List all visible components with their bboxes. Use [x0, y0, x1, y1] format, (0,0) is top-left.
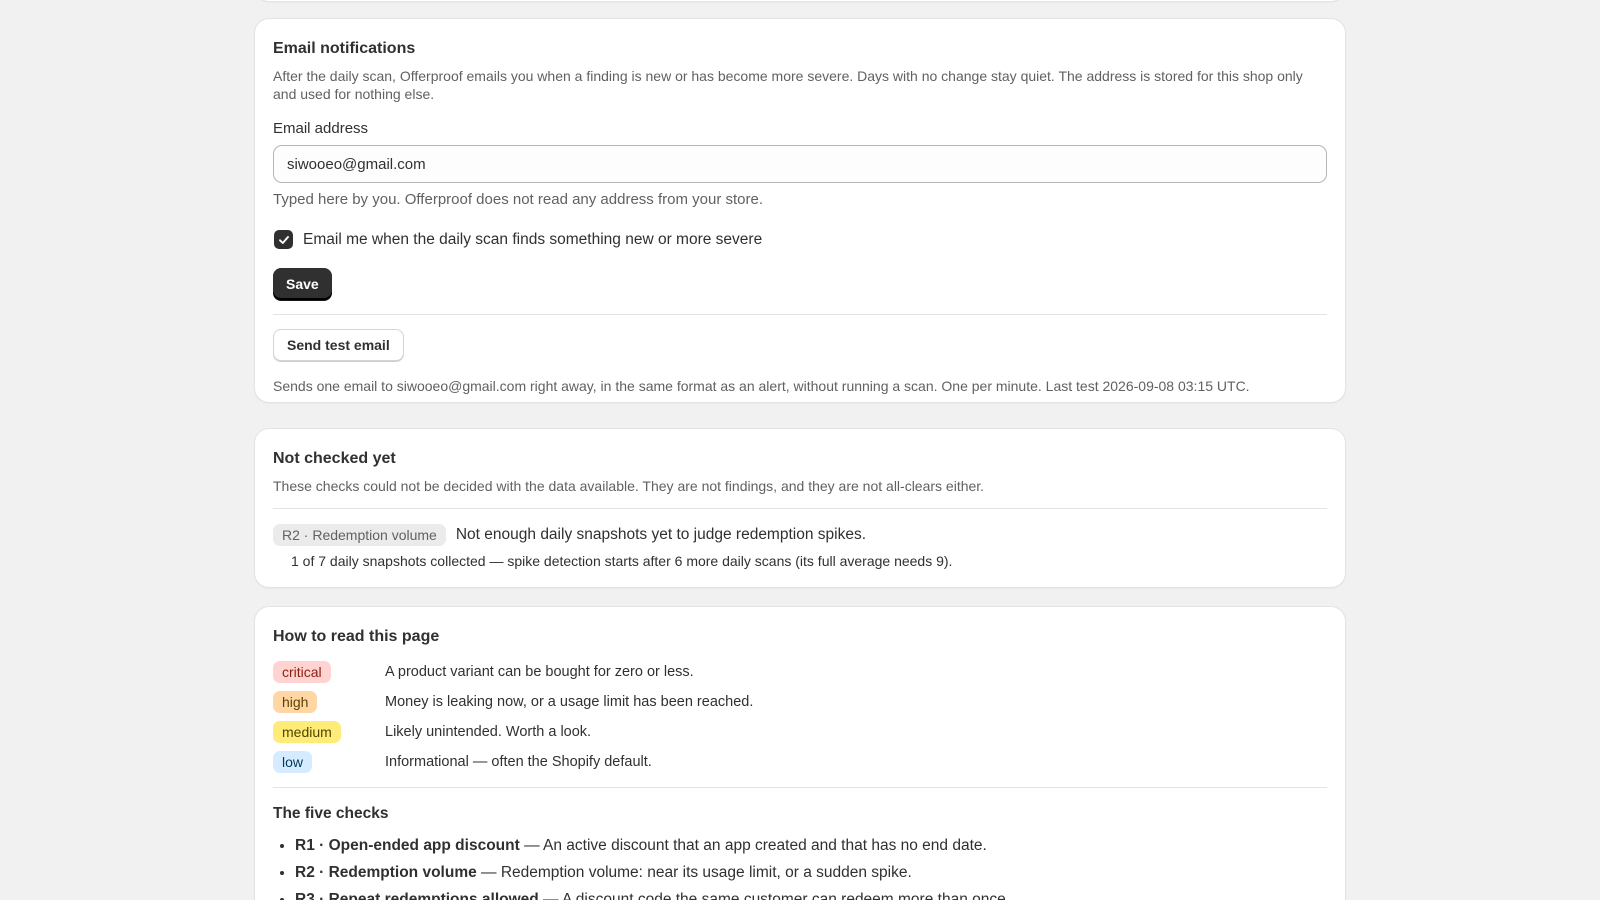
- severity-row-medium: medium Likely unintended. Worth a look.: [273, 717, 1327, 747]
- page: Email notifications After the daily scan…: [0, 0, 1600, 900]
- check-description: — An active discount that an app created…: [519, 837, 987, 854]
- email-help-text: Typed here by you. Offerproof does not r…: [273, 191, 763, 208]
- check-name: R1 · Open-ended app discount: [295, 837, 520, 854]
- not-checked-card: Not checked yet These checks could not b…: [255, 429, 1345, 587]
- how-to-read-card: How to read this page critical A product…: [255, 607, 1345, 900]
- pending-detail: 1 of 7 daily snapshots collected — spike…: [291, 553, 953, 569]
- pending-message: Not enough daily snapshots yet to judge …: [455, 526, 867, 543]
- previous-card-edge: [255, 0, 1345, 1]
- checkmark-icon: [278, 235, 289, 244]
- severity-row-low: low Informational — often the Shopify de…: [273, 747, 1327, 777]
- card-title: How to read this page: [273, 628, 440, 645]
- test-email-note: Sends one email to siwooeo@gmail.com rig…: [273, 378, 1250, 394]
- email-notifications-card: Email notifications After the daily scan…: [255, 19, 1345, 402]
- send-test-email-button[interactable]: Send test email: [273, 329, 404, 361]
- alert-checkbox[interactable]: [274, 230, 293, 249]
- severity-description: Likely unintended. Worth a look.: [385, 724, 592, 740]
- check-tag: R2 · Redemption volume: [273, 524, 446, 546]
- divider: [273, 314, 1327, 315]
- alert-checkbox-label: Email me when the daily scan finds somet…: [303, 230, 763, 248]
- severity-badge-medium: medium: [273, 721, 341, 743]
- list-item: R1 · Open-ended app discount — An active…: [295, 832, 1327, 859]
- check-description: — Redemption volume: near its usage limi…: [476, 864, 912, 881]
- card-description: These checks could not be decided with t…: [273, 478, 985, 494]
- email-field[interactable]: [273, 145, 1327, 183]
- severity-badge-critical: critical: [273, 661, 331, 683]
- card-title: Email notifications: [273, 40, 416, 57]
- checks-list: R1 · Open-ended app discount — An active…: [273, 832, 1327, 900]
- card-title: Not checked yet: [273, 450, 396, 467]
- pending-item: R2 · Redemption volume Not enough daily …: [273, 524, 1327, 546]
- divider: [273, 508, 1327, 509]
- check-description: — A discount code the same customer can …: [538, 891, 1011, 900]
- severity-badge-low: low: [273, 751, 313, 773]
- list-item: R2 · Redemption volume — Redemption volu…: [295, 859, 1327, 886]
- divider: [273, 787, 1327, 788]
- severity-row-high: high Money is leaking now, or a usage li…: [273, 687, 1327, 717]
- alert-checkbox-row[interactable]: Email me when the daily scan finds somet…: [273, 230, 1327, 249]
- check-name: R3 · Repeat redemptions allowed: [295, 891, 539, 900]
- list-item: R3 · Repeat redemptions allowed — A disc…: [295, 886, 1327, 900]
- check-name: R2 · Redemption volume: [295, 864, 477, 881]
- checks-heading: The five checks: [273, 805, 389, 822]
- severity-description: A product variant can be bought for zero…: [385, 664, 694, 680]
- severity-description: Money is leaking now, or a usage limit h…: [385, 694, 754, 710]
- card-description: After the daily scan, Offerproof emails …: [273, 68, 1303, 102]
- severity-row-critical: critical A product variant can be bought…: [273, 657, 1327, 687]
- severity-description: Informational — often the Shopify defaul…: [385, 754, 652, 770]
- save-button[interactable]: Save: [273, 268, 332, 300]
- email-field-label: Email address: [273, 120, 369, 137]
- severity-badge-high: high: [273, 691, 318, 713]
